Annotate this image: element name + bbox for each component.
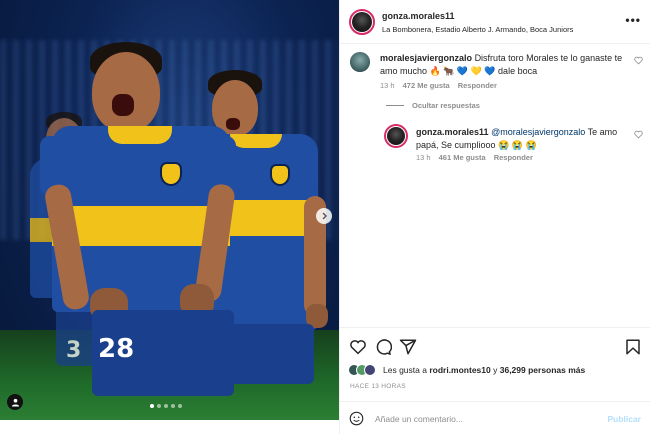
likes-count-link[interactable]: 36,299 personas más <box>500 365 586 375</box>
more-options-icon[interactable]: ••• <box>625 13 641 27</box>
like-comment-heart-icon[interactable] <box>634 56 643 67</box>
comment-bubble-icon[interactable] <box>374 338 393 356</box>
comment-time[interactable]: 13 h <box>380 81 395 90</box>
tagged-users-button[interactable] <box>7 394 23 410</box>
comment-input[interactable]: Añade un comentario... <box>375 414 463 424</box>
emoji-icon[interactable] <box>349 411 364 428</box>
shorts-number: 28 <box>98 334 135 364</box>
instagram-post-view: 3 28 gonza.morales11 La Bombonera, Estad… <box>0 0 650 434</box>
chevron-right-icon <box>322 212 327 220</box>
reply-reply-button[interactable]: Responder <box>494 153 533 162</box>
post-side-panel: gonza.morales11 La Bombonera, Estadio Al… <box>339 0 650 434</box>
liker-username[interactable]: rodri.montes10 <box>429 365 490 375</box>
reply-button[interactable]: Responder <box>458 81 497 90</box>
player-main: 28 <box>40 42 250 420</box>
publish-button[interactable]: Publicar <box>607 414 641 424</box>
comment-meta: 13 h 472 Me gusta Responder <box>380 81 497 90</box>
post-photo[interactable]: 3 28 <box>0 0 339 420</box>
comment-likes[interactable]: 472 Me gusta <box>403 81 450 90</box>
reply-meta: 13 h 461 Me gusta Responder <box>416 153 533 162</box>
post-header: gonza.morales11 La Bombonera, Estadio Al… <box>340 0 650 44</box>
comment-composer: Añade un comentario... Publicar <box>340 401 650 434</box>
carousel-dots <box>150 404 182 408</box>
reply: gonza.morales11 @moralesjaviergonzalo Te… <box>340 122 650 172</box>
commenter-avatar[interactable] <box>350 52 370 72</box>
comment: moralesjaviergonzalo Disfruta toro Moral… <box>340 50 650 100</box>
post-actions-bar <box>340 327 650 365</box>
next-photo-button[interactable] <box>316 208 332 224</box>
reply-mention[interactable]: @moralesjaviergonzalo <box>491 127 585 137</box>
author-username[interactable]: gonza.morales11 <box>382 11 455 21</box>
save-bookmark-icon[interactable] <box>624 338 642 356</box>
reply-avatar[interactable] <box>384 124 408 148</box>
reply-likes[interactable]: 461 Me gusta <box>439 153 486 162</box>
hide-replies-label: Ocultar respuestas <box>412 101 480 110</box>
liked-by: Les gusta a rodri.montes10 y 36,299 pers… <box>348 364 585 376</box>
comment-username[interactable]: moralesjaviergonzalo <box>380 53 472 63</box>
share-send-icon[interactable] <box>399 338 417 356</box>
reply-username[interactable]: gonza.morales11 <box>416 127 489 137</box>
author-avatar[interactable] <box>349 9 375 35</box>
post-location[interactable]: La Bombonera, Estadio Alberto J. Armando… <box>382 25 573 34</box>
post-timestamp[interactable]: HACE 13 HORAS <box>350 383 406 390</box>
like-reply-heart-icon[interactable] <box>634 130 643 141</box>
hide-replies-toggle[interactable]: Ocultar respuestas <box>386 101 480 110</box>
reply-time[interactable]: 13 h <box>416 153 431 162</box>
like-heart-icon[interactable] <box>349 338 367 356</box>
liker-avatars[interactable] <box>348 364 376 376</box>
user-icon <box>11 398 19 407</box>
